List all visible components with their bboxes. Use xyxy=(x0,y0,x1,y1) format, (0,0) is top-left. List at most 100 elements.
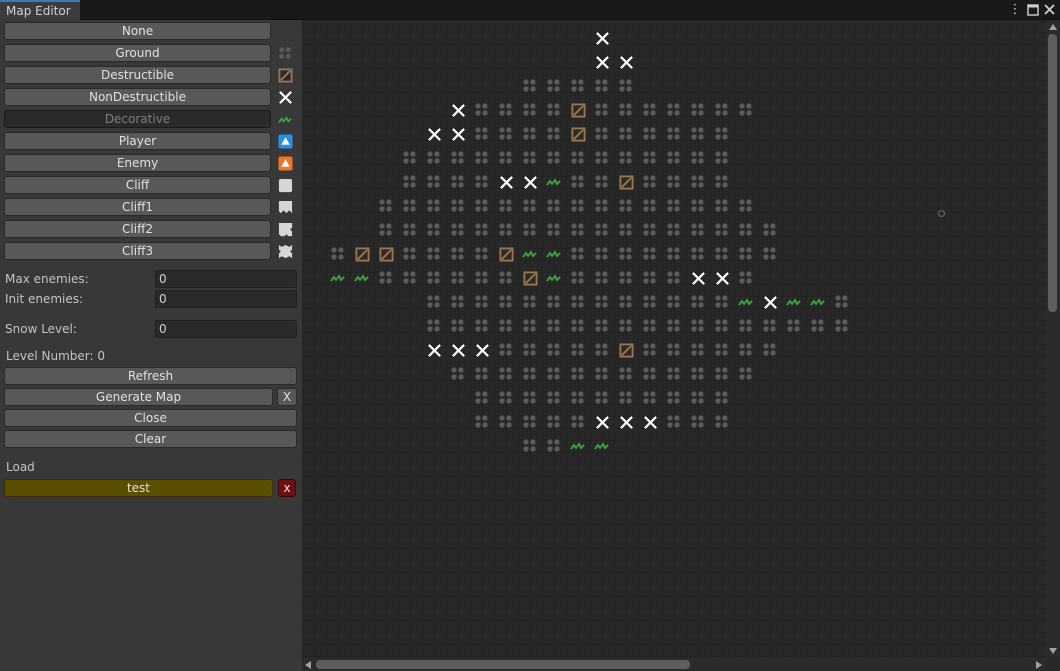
ground-tile[interactable] xyxy=(712,340,732,360)
ground-tile[interactable] xyxy=(400,172,420,192)
decorative-tile[interactable] xyxy=(544,268,564,288)
max-enemies-field[interactable]: 0 xyxy=(155,270,297,288)
ground-tile[interactable] xyxy=(832,292,852,312)
tool-button-decorative[interactable]: Decorative xyxy=(4,110,271,128)
decorative-tile[interactable] xyxy=(808,292,828,312)
ground-tile[interactable] xyxy=(616,268,636,288)
ground-tile[interactable] xyxy=(448,364,468,384)
ground-tile[interactable] xyxy=(520,220,540,240)
ground-tile[interactable] xyxy=(664,340,684,360)
ground-tile[interactable] xyxy=(640,100,660,120)
nondestructible-tile[interactable] xyxy=(592,52,612,72)
ground-tile[interactable] xyxy=(736,268,756,288)
ground-tile[interactable] xyxy=(568,244,588,264)
ground-tile[interactable] xyxy=(472,244,492,264)
ground-tile[interactable] xyxy=(544,340,564,360)
ground-tile[interactable] xyxy=(664,124,684,144)
ground-tile[interactable] xyxy=(544,412,564,432)
tool-button-none[interactable]: None xyxy=(4,22,271,40)
ground-tile[interactable] xyxy=(784,316,804,336)
ground-tile[interactable] xyxy=(592,100,612,120)
destructible-tile[interactable] xyxy=(568,100,588,120)
ground-tile[interactable] xyxy=(592,172,612,192)
ground-tile[interactable] xyxy=(640,316,660,336)
ground-tile[interactable] xyxy=(664,172,684,192)
ground-tile[interactable] xyxy=(520,316,540,336)
nondestructible-tile[interactable] xyxy=(448,124,468,144)
ground-tile[interactable] xyxy=(688,220,708,240)
ground-tile[interactable] xyxy=(664,100,684,120)
ground-tile[interactable] xyxy=(688,148,708,168)
decorative-tile[interactable] xyxy=(520,244,540,264)
ground-tile[interactable] xyxy=(712,364,732,384)
snow-level-field[interactable]: 0 xyxy=(155,320,297,338)
ground-tile[interactable] xyxy=(544,364,564,384)
scroll-left-arrow[interactable] xyxy=(305,661,311,669)
clear-button[interactable]: Clear xyxy=(4,430,297,448)
ground-tile[interactable] xyxy=(472,412,492,432)
ground-tile[interactable] xyxy=(688,196,708,216)
ground-tile[interactable] xyxy=(736,100,756,120)
nondestructible-tile[interactable] xyxy=(424,124,444,144)
ground-tile[interactable] xyxy=(472,316,492,336)
ground-tile[interactable] xyxy=(688,364,708,384)
ground-tile[interactable] xyxy=(760,244,780,264)
tool-button-nondestructible[interactable]: NonDestructible xyxy=(4,88,271,106)
kebab-menu-icon[interactable]: ⋮ xyxy=(1007,1,1023,19)
ground-tile[interactable] xyxy=(496,340,516,360)
ground-tile[interactable] xyxy=(736,340,756,360)
ground-tile[interactable] xyxy=(712,196,732,216)
ground-tile[interactable] xyxy=(592,364,612,384)
ground-tile[interactable] xyxy=(568,76,588,96)
ground-tile[interactable] xyxy=(472,364,492,384)
scroll-up-arrow[interactable] xyxy=(1049,24,1057,30)
ground-tile[interactable] xyxy=(568,388,588,408)
ground-tile[interactable] xyxy=(712,220,732,240)
destructible-tile[interactable] xyxy=(496,244,516,264)
ground-tile[interactable] xyxy=(688,292,708,312)
ground-tile[interactable] xyxy=(664,292,684,312)
tool-button-cliff[interactable]: Cliff xyxy=(4,176,271,194)
ground-tile[interactable] xyxy=(640,244,660,264)
refresh-button[interactable]: Refresh xyxy=(4,367,297,385)
ground-tile[interactable] xyxy=(520,388,540,408)
ground-tile[interactable] xyxy=(712,316,732,336)
ground-tile[interactable] xyxy=(496,364,516,384)
ground-tile[interactable] xyxy=(496,412,516,432)
ground-tile[interactable] xyxy=(688,388,708,408)
nondestructible-tile[interactable] xyxy=(616,52,636,72)
tool-button-cliff3[interactable]: Cliff3 xyxy=(4,242,271,260)
nondestructible-tile[interactable] xyxy=(592,28,612,48)
ground-tile[interactable] xyxy=(664,364,684,384)
ground-tile[interactable] xyxy=(712,148,732,168)
ground-tile[interactable] xyxy=(616,148,636,168)
ground-tile[interactable] xyxy=(520,100,540,120)
ground-tile[interactable] xyxy=(400,196,420,216)
ground-tile[interactable] xyxy=(544,124,564,144)
delete-load-button[interactable]: x xyxy=(278,479,296,497)
ground-tile[interactable] xyxy=(616,124,636,144)
ground-tile[interactable] xyxy=(496,292,516,312)
ground-tile[interactable] xyxy=(760,340,780,360)
ground-tile[interactable] xyxy=(544,388,564,408)
ground-tile[interactable] xyxy=(424,316,444,336)
decorative-tile[interactable] xyxy=(352,268,372,288)
destructible-tile[interactable] xyxy=(616,172,636,192)
ground-tile[interactable] xyxy=(568,220,588,240)
ground-tile[interactable] xyxy=(472,220,492,240)
ground-tile[interactable] xyxy=(592,292,612,312)
nondestructible-tile[interactable] xyxy=(472,340,492,360)
ground-tile[interactable] xyxy=(640,124,660,144)
ground-tile[interactable] xyxy=(448,220,468,240)
nondestructible-tile[interactable] xyxy=(640,412,660,432)
close-icon[interactable] xyxy=(1041,1,1057,19)
ground-tile[interactable] xyxy=(472,124,492,144)
ground-tile[interactable] xyxy=(544,292,564,312)
ground-tile[interactable] xyxy=(376,220,396,240)
tab-map-editor[interactable]: Map Editor xyxy=(0,0,80,20)
nondestructible-tile[interactable] xyxy=(448,340,468,360)
ground-tile[interactable] xyxy=(544,148,564,168)
ground-tile[interactable] xyxy=(640,364,660,384)
tool-button-player[interactable]: Player xyxy=(4,132,271,150)
ground-tile[interactable] xyxy=(664,244,684,264)
